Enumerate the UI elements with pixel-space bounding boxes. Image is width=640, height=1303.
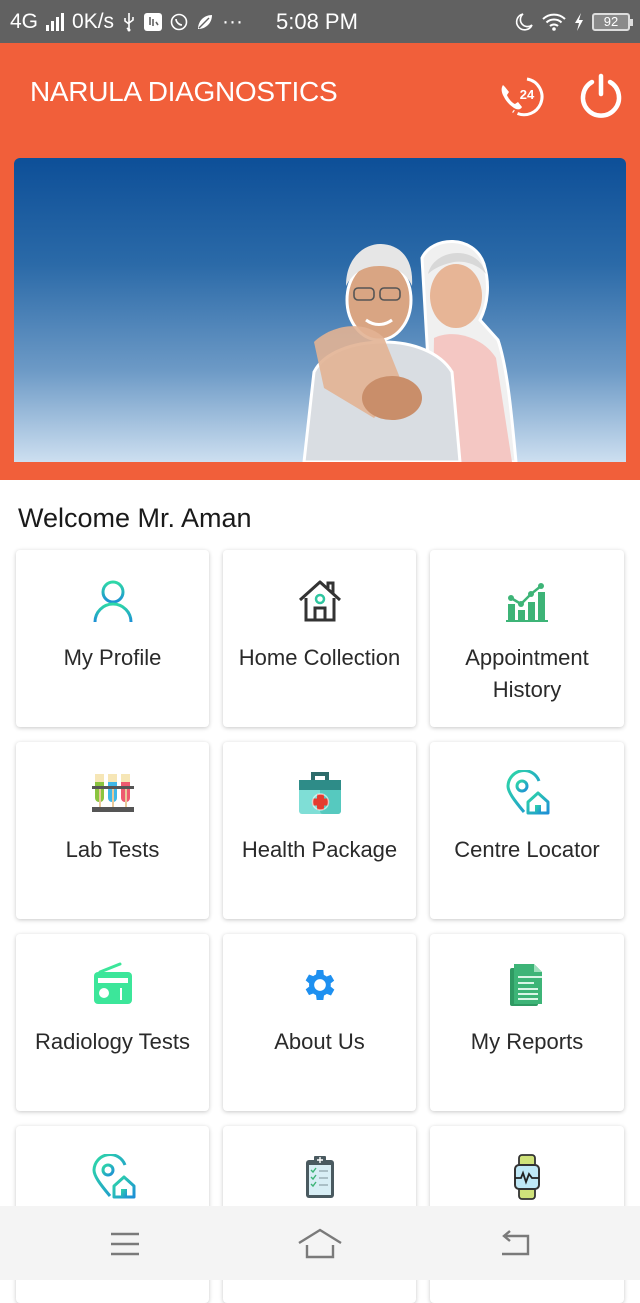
tile-label: My Reports bbox=[470, 1029, 584, 1054]
tile-home-collection[interactable]: Home Collection bbox=[223, 550, 416, 727]
tile-lab-tests[interactable]: Lab Tests bbox=[16, 742, 209, 919]
system-navigation-bar bbox=[0, 1206, 640, 1280]
location-home-icon bbox=[88, 1152, 138, 1202]
location-home-icon bbox=[502, 768, 552, 818]
medical-kit-icon bbox=[295, 768, 345, 818]
power-icon bbox=[580, 73, 622, 118]
network-speed: 0K/s bbox=[72, 9, 115, 33]
gear-icon bbox=[295, 960, 345, 1010]
tile-appointment-history[interactable]: Appointment History bbox=[430, 550, 624, 727]
radio-icon bbox=[88, 960, 138, 1010]
menu-button[interactable] bbox=[95, 1224, 155, 1264]
report-document-icon bbox=[502, 960, 552, 1010]
tile-health-package[interactable]: Health Package bbox=[223, 742, 416, 919]
usb-icon bbox=[122, 12, 136, 32]
signal-icon bbox=[46, 12, 65, 31]
test-tubes-icon bbox=[88, 768, 138, 818]
home-button[interactable] bbox=[290, 1224, 350, 1264]
app-title: NARULA DIAGNOSTICS bbox=[30, 76, 338, 107]
leaf-icon bbox=[196, 13, 214, 31]
whatsapp-icon bbox=[170, 13, 188, 31]
app-header: NARULA DIAGNOSTICS 24 bbox=[0, 43, 640, 480]
clock: 5:08 PM bbox=[276, 8, 358, 34]
status-bar: 4G 0K/s ··· 5:08 PM 92 bbox=[0, 0, 640, 43]
support-label: 24 bbox=[520, 87, 535, 102]
tile-label: Centre Locator bbox=[454, 837, 600, 862]
tile-my-reports[interactable]: My Reports bbox=[430, 934, 624, 1111]
home-icon bbox=[298, 1228, 342, 1259]
welcome-message: Welcome Mr. Aman bbox=[18, 503, 252, 533]
smartwatch-icon bbox=[502, 1152, 552, 1202]
back-icon bbox=[502, 1230, 530, 1256]
network-type: 4G bbox=[10, 9, 39, 33]
tile-label: Lab Tests bbox=[65, 837, 160, 862]
tile-about-us[interactable]: About Us bbox=[223, 934, 416, 1111]
tile-label: Home Collection bbox=[238, 645, 401, 670]
tile-my-profile[interactable]: My Profile bbox=[16, 550, 209, 727]
elderly-couple-image bbox=[302, 240, 518, 462]
clipboard-icon bbox=[295, 1152, 345, 1202]
chart-icon bbox=[502, 576, 552, 626]
more-icon: ··· bbox=[222, 9, 244, 33]
tile-radiology-tests[interactable]: Radiology Tests bbox=[16, 934, 209, 1111]
do-not-disturb-moon-icon bbox=[514, 12, 534, 32]
back-button[interactable] bbox=[485, 1224, 545, 1264]
tile-label: Health Package bbox=[241, 837, 398, 862]
tile-label: About Us bbox=[274, 1029, 365, 1054]
24-hour-call-icon: 24 bbox=[501, 77, 544, 117]
user-icon bbox=[88, 576, 138, 626]
logout-button[interactable] bbox=[576, 71, 626, 121]
24-hour-support-button[interactable]: 24 bbox=[497, 71, 547, 121]
promo-banner[interactable] bbox=[14, 158, 626, 462]
tile-centre-locator[interactable]: Centre Locator bbox=[430, 742, 624, 919]
menu-grid: My Profile Home Collection Appointment H… bbox=[16, 550, 624, 1303]
battery-icon: 92 bbox=[592, 12, 633, 31]
tile-label: My Profile bbox=[63, 645, 162, 670]
home-icon bbox=[295, 576, 345, 626]
app-notification-icon bbox=[144, 12, 163, 31]
tile-label: Radiology Tests bbox=[35, 1029, 190, 1054]
tile-label: Appointment History bbox=[465, 645, 589, 702]
charging-bolt-icon bbox=[574, 12, 584, 31]
wifi-icon bbox=[542, 13, 566, 31]
menu-icon bbox=[111, 1232, 139, 1256]
